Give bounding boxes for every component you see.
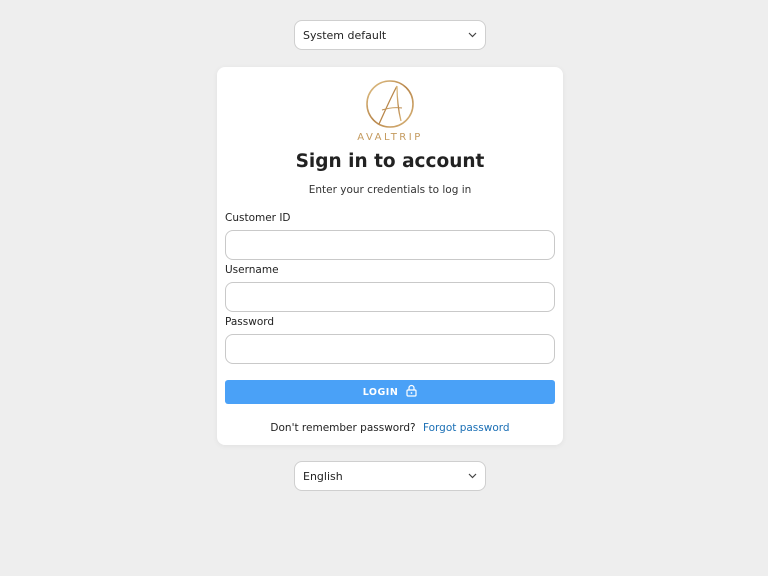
forgot-password-row: Don't remember password? Forgot password	[217, 422, 563, 434]
password-label: Password	[225, 316, 275, 328]
login-card: AVALTRIP Sign in to account Enter your c…	[217, 67, 563, 445]
page-subtitle: Enter your credentials to log in	[308, 184, 472, 196]
language-select[interactable]: English	[294, 461, 486, 491]
brand-name: AVALTRIP	[357, 132, 423, 143]
forgot-password-prompt: Don't remember password?	[270, 422, 416, 434]
theme-select[interactable]: System default	[294, 20, 486, 50]
login-page: System default AVALTRIP Sign in to accou…	[0, 0, 768, 576]
theme-select-value: System default	[303, 28, 387, 42]
username-label: Username	[225, 264, 279, 276]
page-title: Sign in to account	[295, 151, 485, 172]
customer-id-label: Customer ID	[225, 212, 291, 224]
chevron-down-icon	[467, 471, 477, 481]
username-input[interactable]	[225, 282, 555, 312]
login-button[interactable]: LOGIN	[225, 380, 555, 404]
login-button-label: LOGIN	[362, 386, 399, 398]
lock-icon	[406, 384, 417, 400]
customer-id-input[interactable]	[225, 230, 555, 260]
language-select-value: English	[303, 469, 343, 483]
forgot-password-link[interactable]: Forgot password	[423, 422, 510, 434]
password-input[interactable]	[225, 334, 555, 364]
chevron-down-icon	[467, 30, 477, 40]
